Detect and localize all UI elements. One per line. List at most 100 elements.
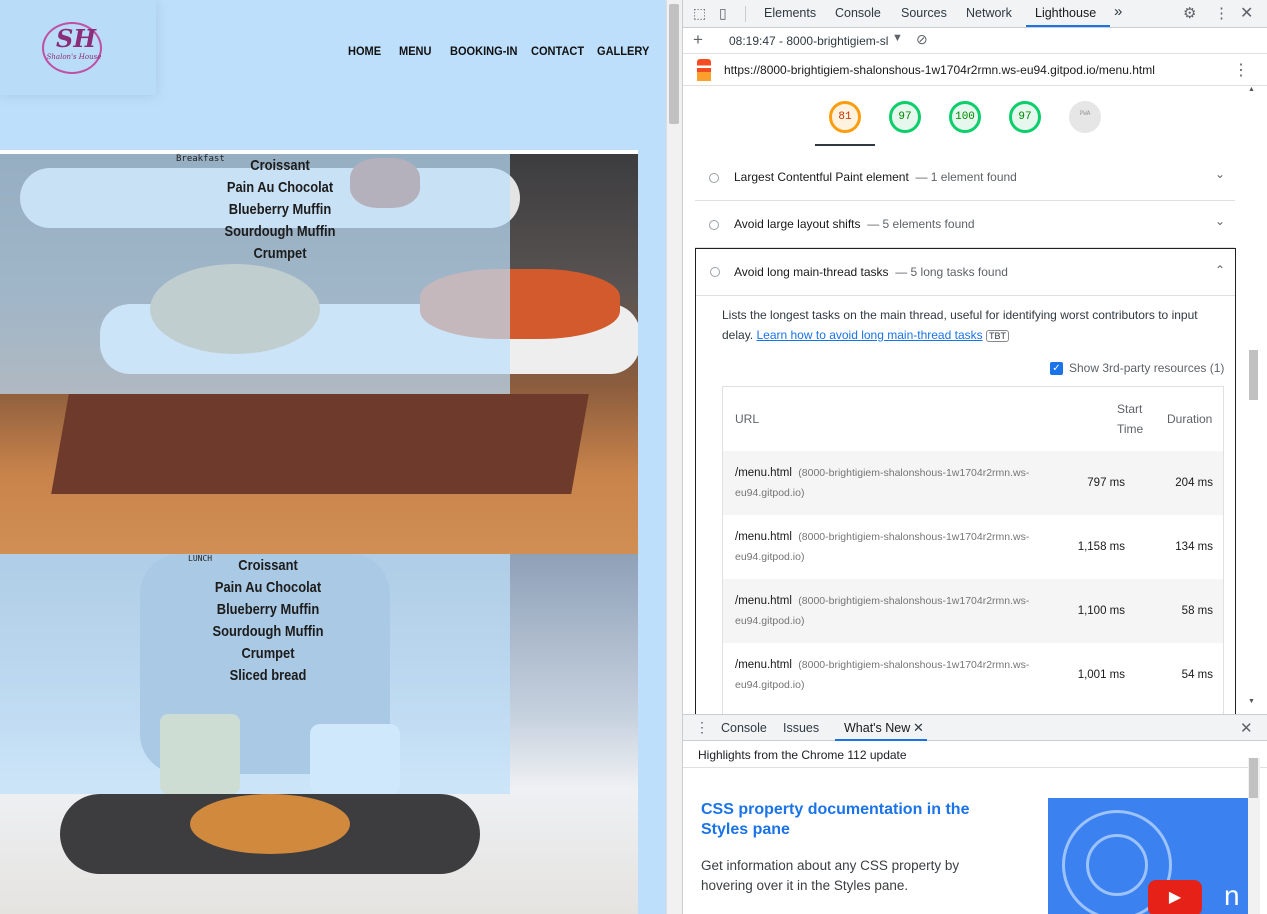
audit-status-icon bbox=[709, 220, 719, 230]
row-host-cont: eu94.gitpod.io) bbox=[735, 551, 805, 563]
thumb-text: n bbox=[1224, 880, 1240, 911]
nav-menu[interactable]: MENU bbox=[399, 44, 432, 58]
report-scrollbar[interactable]: ▲ ▼ bbox=[1248, 86, 1260, 712]
play-icon[interactable]: ▶ bbox=[1148, 880, 1202, 914]
chevron-down-icon[interactable]: ⌄ bbox=[1215, 167, 1225, 181]
close-drawer-icon[interactable]: ✕ bbox=[1240, 719, 1253, 737]
photo-placemat bbox=[51, 394, 589, 494]
nav-home[interactable]: HOME bbox=[348, 44, 381, 58]
row-host: (8000-brightigiem-shalonshous-1w1704r2rm… bbox=[798, 659, 1030, 671]
settings-icon[interactable]: ⚙ bbox=[1183, 4, 1196, 22]
row-start: 1,001 ms bbox=[1077, 669, 1125, 681]
lunch-photo: LUNCH Croissant Pain Au Chocolat Blueber… bbox=[0, 554, 638, 914]
col-duration: Duration bbox=[1167, 412, 1213, 426]
table-row[interactable]: /menu.html (8000-brightigiem-shalonshous… bbox=[723, 451, 1223, 515]
clear-reports-icon[interactable]: ⊘ bbox=[916, 31, 928, 48]
row-duration: 204 ms bbox=[1175, 477, 1213, 489]
new-report-icon[interactable]: + bbox=[693, 30, 703, 50]
audit-title: Avoid large layout shifts bbox=[734, 217, 861, 231]
menu-item: Blueberry Muffin bbox=[228, 201, 332, 218]
devtools-tabbar: ⬚ ▯ Elements Console Sources Network Lig… bbox=[683, 0, 1267, 28]
report-url[interactable]: https://8000-brightigiem-shalonshous-1w1… bbox=[724, 63, 1155, 77]
audit-long-tasks: Avoid long main-thread tasks — 5 long ta… bbox=[695, 248, 1236, 719]
report-menu-icon[interactable]: ⋮ bbox=[1233, 60, 1249, 80]
highlights-title: Highlights from the Chrome 112 update bbox=[698, 748, 907, 762]
drawer-tab-whats-new[interactable]: What's New bbox=[844, 721, 910, 735]
kebab-menu-icon[interactable]: ⋮ bbox=[1214, 4, 1229, 22]
row-host: (8000-brightigiem-shalonshous-1w1704r2rm… bbox=[798, 531, 1030, 543]
tab-elements[interactable]: Elements bbox=[764, 6, 816, 20]
audit-header[interactable]: Avoid long main-thread tasks — 5 long ta… bbox=[696, 249, 1235, 296]
more-tabs-icon[interactable]: » bbox=[1114, 3, 1122, 20]
article-body: Get information about any CSS property b… bbox=[701, 858, 960, 893]
table-row[interactable]: /menu.html (8000-brightigiem-shalonshous… bbox=[723, 515, 1223, 579]
tab-sources[interactable]: Sources bbox=[901, 6, 947, 20]
audit-lcp-element[interactable]: Largest Contentful Paint element — 1 ele… bbox=[695, 154, 1235, 201]
col-url: URL bbox=[735, 412, 760, 426]
drawer-tab-issues[interactable]: Issues bbox=[783, 721, 819, 735]
audit-summary: — 5 long tasks found bbox=[895, 265, 1008, 279]
tab-network[interactable]: Network bbox=[966, 6, 1012, 20]
tab-selected-indicator bbox=[1026, 25, 1110, 27]
drawer-tab-console[interactable]: Console bbox=[721, 721, 767, 735]
report-scrollbar-thumb[interactable] bbox=[1249, 350, 1258, 400]
scroll-up-icon[interactable]: ▲ bbox=[1248, 86, 1255, 93]
website-viewport: SH Shalon's House HOME MENU BOOKING-IN C… bbox=[0, 0, 666, 914]
third-party-label: Show 3rd-party resources (1) bbox=[1069, 361, 1225, 375]
article-thumbnail[interactable]: ▶ n bbox=[1048, 798, 1248, 914]
site-logo[interactable]: SH Shalon's House bbox=[0, 0, 156, 95]
menu-item: Sourdough Muffin bbox=[224, 223, 336, 240]
scroll-down-icon[interactable]: ▼ bbox=[1248, 698, 1255, 705]
learn-more-link[interactable]: Learn how to avoid long main-thread task… bbox=[756, 328, 982, 342]
table-row[interactable]: /menu.html (8000-brightigiem-shalonshous… bbox=[723, 579, 1223, 643]
drawer-scrollbar-thumb[interactable] bbox=[1249, 758, 1258, 798]
audit-layout-shifts[interactable]: Avoid large layout shifts — 5 elements f… bbox=[695, 201, 1235, 248]
audit-summary: — 1 element found bbox=[915, 170, 1017, 184]
dropdown-caret-icon[interactable]: ▼ bbox=[892, 32, 903, 44]
audit-status-icon bbox=[710, 267, 720, 277]
article-title[interactable]: CSS property documentation in the Styles… bbox=[701, 800, 1001, 840]
device-toggle-icon[interactable]: ▯ bbox=[719, 5, 727, 22]
third-party-checkbox[interactable]: ✓ bbox=[1050, 362, 1063, 375]
long-tasks-table: URL Start Time Duration /menu.html (8000… bbox=[722, 386, 1224, 719]
close-tab-icon[interactable]: ✕ bbox=[913, 720, 924, 736]
lighthouse-toolbar: + 08:19:47 - 8000-brightigiem-sl ▼ ⊘ bbox=[683, 28, 1267, 54]
score-pwa[interactable]: PWA bbox=[1069, 101, 1101, 133]
score-accessibility[interactable]: 97 bbox=[889, 101, 921, 133]
audit-status-icon bbox=[709, 173, 719, 183]
inspect-icon[interactable]: ⬚ bbox=[693, 5, 706, 22]
breakfast-list: Croissant Pain Au Chocolat Blueberry Muf… bbox=[177, 155, 383, 265]
toolbar-divider bbox=[745, 6, 746, 22]
thumb-circle-inner bbox=[1086, 834, 1148, 896]
row-host: (8000-brightigiem-shalonshous-1w1704r2rm… bbox=[798, 467, 1030, 479]
audit-description: Lists the longest tasks on the main thre… bbox=[722, 305, 1202, 346]
menu-item: Pain Au Chocolat bbox=[226, 179, 334, 196]
score-best-practices[interactable]: 100 bbox=[949, 101, 981, 133]
col-start: Start bbox=[1117, 402, 1143, 416]
drawer-tabbar: ⋮ Console Issues What's New ✕ ✕ bbox=[683, 714, 1267, 741]
menu-item: Sourdough Muffin bbox=[212, 623, 324, 640]
chevron-up-icon[interactable]: ⌃ bbox=[1215, 263, 1225, 277]
drawer-menu-icon[interactable]: ⋮ bbox=[695, 719, 709, 736]
lighthouse-icon bbox=[697, 59, 711, 81]
menu-item: Crumpet bbox=[253, 245, 307, 262]
page-scrollbar[interactable] bbox=[666, 0, 682, 914]
table-row[interactable]: /menu.html (8000-brightigiem-shalonshous… bbox=[723, 643, 1223, 707]
score-seo[interactable]: 97 bbox=[1009, 101, 1041, 133]
nav-contact[interactable]: CONTACT bbox=[531, 44, 584, 58]
menu-item: Pain Au Chocolat bbox=[214, 579, 322, 596]
tab-lighthouse[interactable]: Lighthouse bbox=[1035, 6, 1096, 20]
page-scrollbar-thumb[interactable] bbox=[669, 4, 679, 124]
score-performance[interactable]: 81 bbox=[829, 101, 861, 133]
close-devtools-icon[interactable]: ✕ bbox=[1240, 3, 1253, 23]
report-select[interactable]: 08:19:47 - 8000-brightigiem-sl bbox=[729, 34, 888, 48]
tab-console[interactable]: Console bbox=[835, 6, 881, 20]
drawer-scrollbar[interactable] bbox=[1248, 758, 1260, 914]
nav-gallery[interactable]: GALLERY bbox=[597, 44, 649, 58]
chevron-down-icon[interactable]: ⌄ bbox=[1215, 214, 1225, 228]
lunch-list: Croissant Pain Au Chocolat Blueberry Muf… bbox=[165, 555, 371, 687]
whats-new-header: Highlights from the Chrome 112 update bbox=[683, 741, 1267, 768]
photo-croissant bbox=[190, 794, 350, 854]
row-start: 1,100 ms bbox=[1077, 605, 1125, 617]
nav-booking-in[interactable]: BOOKING-IN bbox=[450, 44, 517, 58]
